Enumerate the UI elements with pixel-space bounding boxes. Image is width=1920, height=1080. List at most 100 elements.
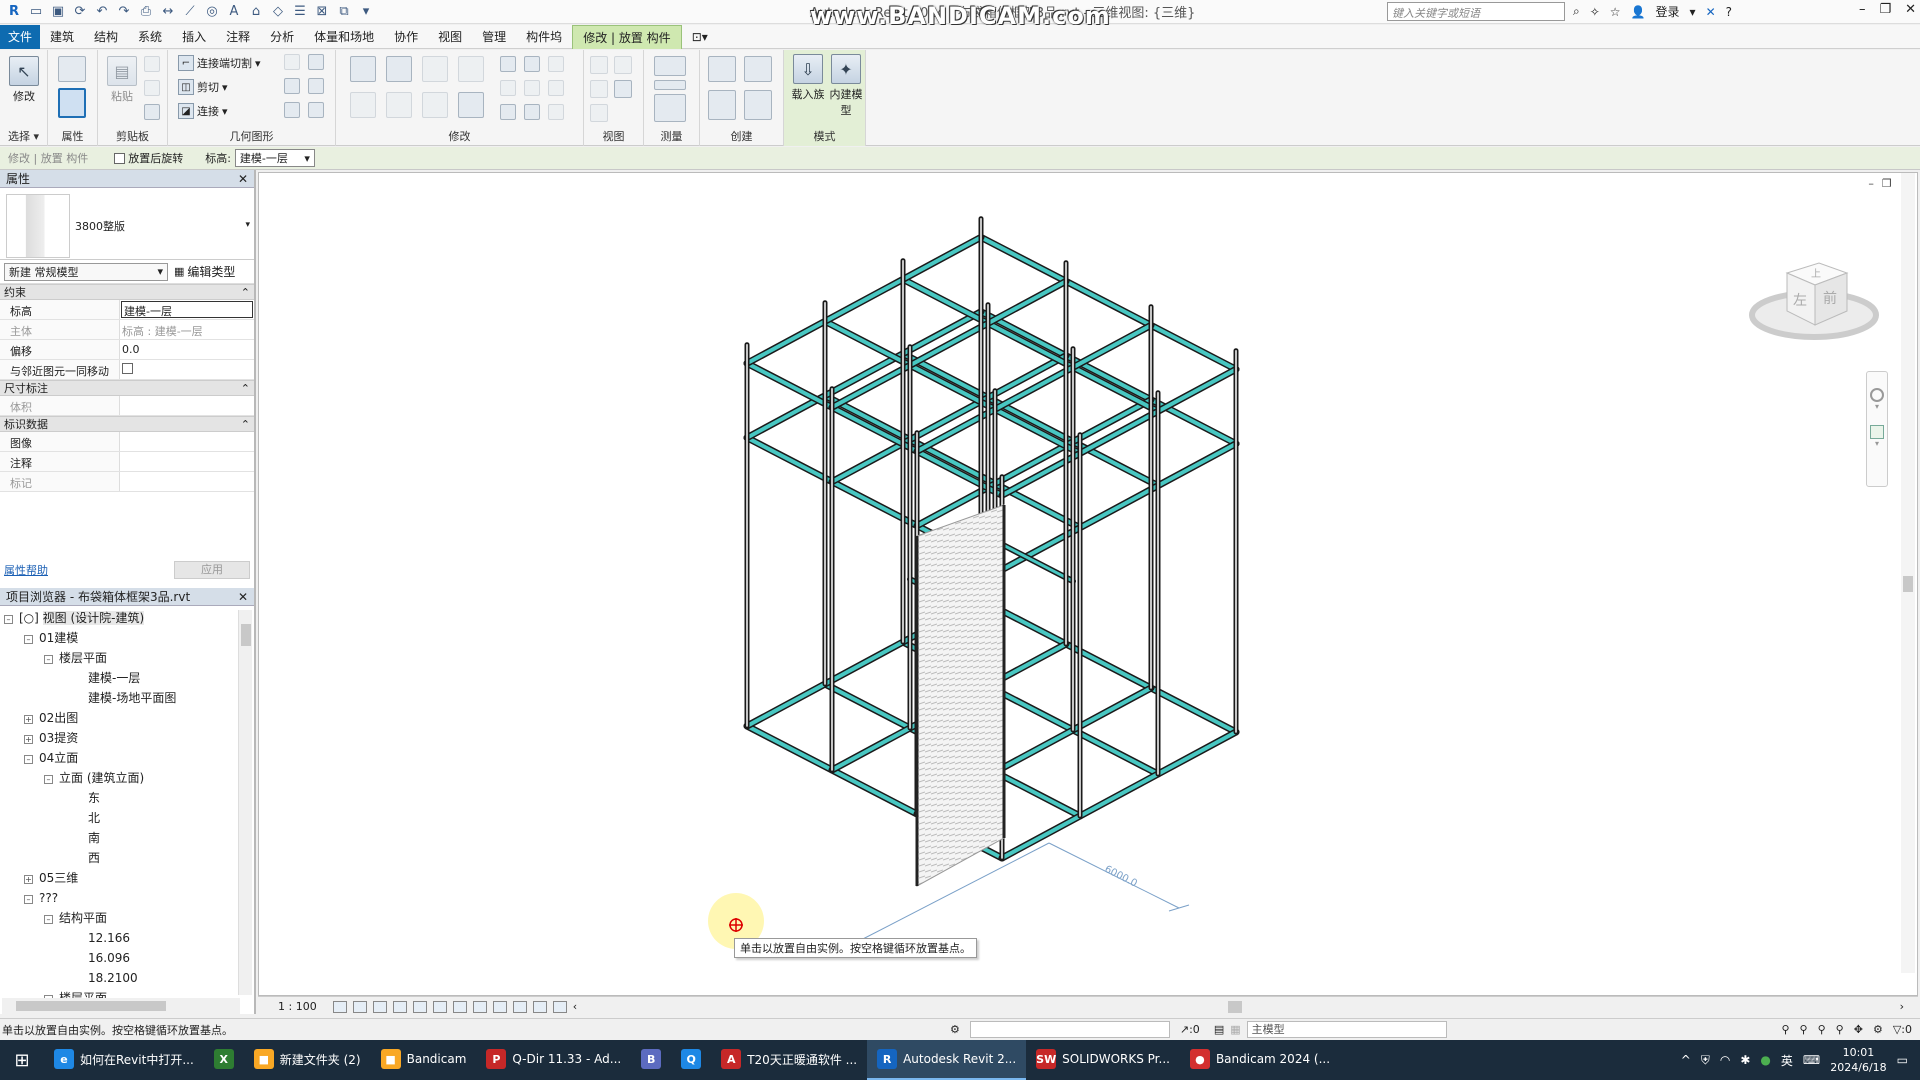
properties-help-link[interactable]: 属性帮助: [4, 562, 48, 578]
rendering-icon[interactable]: [412, 1000, 427, 1013]
binoculars-icon[interactable]: ⌕: [1573, 4, 1580, 19]
tab-annotate[interactable]: 注释: [216, 25, 260, 49]
steering-wheel-icon[interactable]: [1870, 388, 1884, 402]
network-icon[interactable]: ◠: [1720, 1053, 1730, 1067]
thin-lines-icon[interactable]: ☰: [292, 4, 308, 20]
tree-node-02[interactable]: +02出图: [24, 708, 78, 728]
ime-indicator[interactable]: 英: [1781, 1052, 1793, 1069]
tab-view[interactable]: 视图: [428, 25, 472, 49]
model-select[interactable]: 主模型: [1246, 1021, 1447, 1038]
user-icon[interactable]: 👤: [1631, 5, 1646, 19]
linework-icon[interactable]: [590, 80, 608, 98]
section-icon[interactable]: ◇: [270, 4, 286, 20]
login-link[interactable]: 登录: [1656, 3, 1680, 20]
type-selector[interactable]: 3800整版 ▾: [0, 188, 254, 260]
tree-node-east[interactable]: 东: [88, 788, 100, 808]
scroll-thumb[interactable]: [1903, 576, 1913, 592]
browser-horizontal-scrollbar[interactable]: [2, 998, 240, 1014]
offset-field[interactable]: 0.0: [120, 340, 254, 359]
scroll-thumb[interactable]: [241, 624, 251, 646]
join-roof-icon[interactable]: [284, 102, 300, 118]
tab-manage[interactable]: 管理: [472, 25, 516, 49]
keyboard-icon[interactable]: ⌨: [1803, 1053, 1820, 1067]
type-properties-icon[interactable]: [58, 56, 86, 82]
view-filter-icon[interactable]: [614, 80, 632, 98]
undo-icon[interactable]: ↶: [94, 4, 110, 20]
tree-node-s1[interactable]: 12.166: [88, 928, 130, 948]
view-horizontal-scrollbar[interactable]: [1228, 1001, 1242, 1013]
unpin-icon[interactable]: [548, 80, 564, 96]
level-select[interactable]: 建模-一层 ▾: [234, 149, 315, 167]
save-icon[interactable]: ▣: [50, 4, 66, 20]
properties-icon[interactable]: [58, 88, 86, 118]
tab-file[interactable]: 文件: [0, 24, 41, 49]
reveal-hidden-icon[interactable]: [512, 1000, 527, 1013]
tree-node-elevations[interactable]: – 立面 (建筑立面): [44, 768, 144, 788]
security-icon[interactable]: ⛨: [1701, 1053, 1710, 1068]
create-group-icon[interactable]: [708, 90, 736, 120]
text-icon[interactable]: A: [226, 4, 242, 20]
subscription-icon[interactable]: ✧: [1590, 5, 1600, 19]
select-underlay-icon[interactable]: ⚲: [1800, 1023, 1808, 1036]
group-dimensions[interactable]: 尺寸标注 ⌃: [0, 380, 254, 396]
paint-view-icon[interactable]: [590, 104, 608, 122]
cut-clip-icon[interactable]: [144, 56, 160, 72]
scale-icon[interactable]: [524, 80, 540, 96]
tree-node-structural-plans[interactable]: – 结构平面: [44, 908, 107, 928]
move-with-nearby-checkbox[interactable]: [122, 363, 133, 374]
temp-properties-icon[interactable]: [532, 1000, 547, 1013]
dimension-icon[interactable]: ⟋: [182, 4, 198, 20]
taskbar-app[interactable]: ■ 新建文件夹 (2): [244, 1040, 371, 1080]
modify-button[interactable]: ↖ 修改: [6, 56, 42, 104]
tree-node-views[interactable]: – [○] 视图 (设计院-建筑): [4, 608, 145, 628]
drag-elements-icon[interactable]: ✥: [1854, 1023, 1863, 1036]
tree-node-01[interactable]: –01建模: [24, 628, 78, 648]
notification-icon[interactable]: ▭: [1897, 1053, 1908, 1067]
join-button[interactable]: ◪ 连接 ▾: [178, 102, 228, 120]
tab-massing[interactable]: 体量和场地: [304, 25, 384, 49]
split-gap-icon[interactable]: [524, 56, 540, 72]
delete-icon[interactable]: [548, 104, 564, 120]
taskbar-app[interactable]: A T20天正暖通软件 ...: [711, 1040, 867, 1080]
prop-image[interactable]: 图像: [0, 432, 254, 452]
array-icon[interactable]: [500, 80, 516, 96]
windows-start-icon[interactable]: ⊞: [0, 1040, 44, 1080]
restore-icon[interactable]: ❐: [1879, 2, 1891, 17]
design-options-icon-2[interactable]: ▦: [1230, 1023, 1240, 1036]
move-icon[interactable]: [350, 92, 376, 118]
match-properties-icon[interactable]: [144, 104, 160, 120]
tab-component-dock[interactable]: 构件坞: [516, 25, 572, 49]
switch-windows-icon[interactable]: ⧉: [336, 4, 352, 20]
viewport-vertical-scrollbar[interactable]: [1901, 173, 1915, 973]
search-input[interactable]: 键入关键字或短语: [1387, 2, 1565, 21]
group-identity[interactable]: 标识数据 ⌃: [0, 416, 254, 432]
taskbar-app[interactable]: SW SOLIDWORKS Pr...: [1026, 1040, 1180, 1080]
taskbar-app[interactable]: R Autodesk Revit 2...: [867, 1040, 1027, 1080]
rotate-after-placement[interactable]: 放置后旋转: [114, 150, 183, 166]
tab-analyze[interactable]: 分析: [260, 25, 304, 49]
wechat-icon[interactable]: ●: [1760, 1053, 1770, 1067]
trim-multiple-icon[interactable]: [524, 104, 540, 120]
align-icon[interactable]: [350, 56, 376, 82]
zoom-region-icon[interactable]: [1870, 425, 1884, 439]
exchange-icon[interactable]: ✕: [1706, 5, 1716, 19]
chevron-down-icon[interactable]: ▾: [1690, 5, 1696, 19]
view-scale[interactable]: 1 : 100: [278, 1000, 317, 1013]
aligned-dimension-icon[interactable]: [654, 94, 686, 122]
3d-viewport[interactable]: – ❐ ✕ 6000.0 单击以放置自由实例。按空格键循环放置基点。: [258, 172, 1918, 996]
taskbar-app[interactable]: Q: [671, 1040, 711, 1080]
chevron-down-icon[interactable]: ▾: [1867, 402, 1887, 411]
tree-node-fp2[interactable]: 建模-场地平面图: [88, 688, 176, 708]
taskbar-app[interactable]: ● Bandicam 2024 (...: [1180, 1040, 1340, 1080]
background-process-icon[interactable]: ⚙: [1873, 1023, 1883, 1036]
hide-isolate-icon[interactable]: [492, 1000, 507, 1013]
tree-node-fp1[interactable]: 建模-一层: [88, 668, 140, 688]
shadows-icon[interactable]: [392, 1000, 407, 1013]
chevron-up-icon[interactable]: ^: [1681, 1053, 1691, 1067]
minimize-icon[interactable]: –: [1859, 2, 1866, 17]
chevron-left-icon[interactable]: ‹: [573, 1000, 577, 1013]
tag-icon[interactable]: ◎: [204, 4, 220, 20]
redo-icon[interactable]: ↷: [116, 4, 132, 20]
trim-extend-icon[interactable]: [458, 92, 484, 118]
prop-move-with-nearby[interactable]: 与邻近图元一同移动: [0, 360, 254, 380]
